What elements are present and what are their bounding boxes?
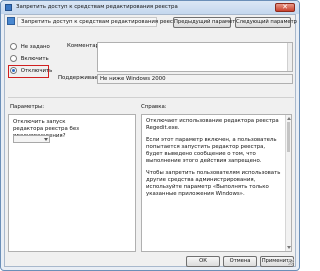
ok-button[interactable]: ОК	[186, 256, 220, 267]
options-panel: Отключить запуск редактора реестра без п…	[8, 114, 136, 252]
help-paragraph: Если этот параметр включен, а пользовате…	[146, 137, 277, 164]
dialog-client-area: Запретить доступ к средствам редактирова…	[4, 14, 297, 267]
chevron-down-icon	[44, 138, 48, 141]
radio-not-configured[interactable]: Не задано	[10, 43, 50, 52]
radio-disabled-label: Отключить	[20, 67, 53, 74]
scroll-thumb[interactable]	[287, 122, 290, 152]
help-text: Отключает использование редактора реестр…	[146, 118, 282, 203]
supported-value: Не ниже Windows 2000	[97, 74, 293, 84]
radio-disabled[interactable]: Отключить	[10, 67, 52, 76]
policy-app-icon	[5, 4, 12, 11]
radio-enabled-label: Включить	[20, 55, 49, 62]
help-paragraph: Отключает использование редактора реестр…	[146, 118, 279, 131]
radio-disabled-control[interactable]	[10, 67, 17, 74]
resize-grip-icon[interactable]	[288, 259, 294, 265]
previous-setting-button[interactable]: Предыдущий параметр	[173, 17, 238, 28]
next-setting-button[interactable]: Следующий параметр	[235, 17, 297, 28]
radio-enabled-control[interactable]	[10, 55, 17, 62]
title-bar[interactable]: Запретить доступ к средствам редактирова…	[1, 1, 299, 14]
section-divider	[8, 97, 294, 98]
help-label: Справка:	[141, 104, 167, 110]
cancel-button[interactable]: Отмена	[223, 256, 257, 267]
dialog-window: Запретить доступ к средствам редактирова…	[0, 0, 300, 271]
scroll-down-icon[interactable]	[287, 246, 291, 249]
comment-textarea[interactable]	[97, 42, 293, 72]
help-paragraph: Чтобы запретить пользователям использова…	[146, 170, 281, 197]
options-dropdown[interactable]	[13, 135, 50, 143]
window-title: Запретить доступ к средствам редактирова…	[16, 4, 178, 10]
scroll-up-icon[interactable]	[287, 117, 291, 120]
help-scrollbar[interactable]	[285, 115, 291, 251]
comment-scrollbar[interactable]	[287, 43, 292, 71]
radio-not-configured-label: Не задано	[20, 43, 50, 50]
options-label: Параметры:	[10, 104, 45, 110]
help-panel: Отключает использование редактора реестр…	[141, 114, 292, 252]
radio-enabled[interactable]: Включить	[10, 55, 49, 64]
policy-name: Запретить доступ к средствам редактирова…	[17, 17, 183, 27]
policy-setting-icon	[7, 17, 15, 25]
radio-not-configured-control[interactable]	[10, 43, 17, 50]
close-button[interactable]: ✕	[275, 3, 295, 12]
